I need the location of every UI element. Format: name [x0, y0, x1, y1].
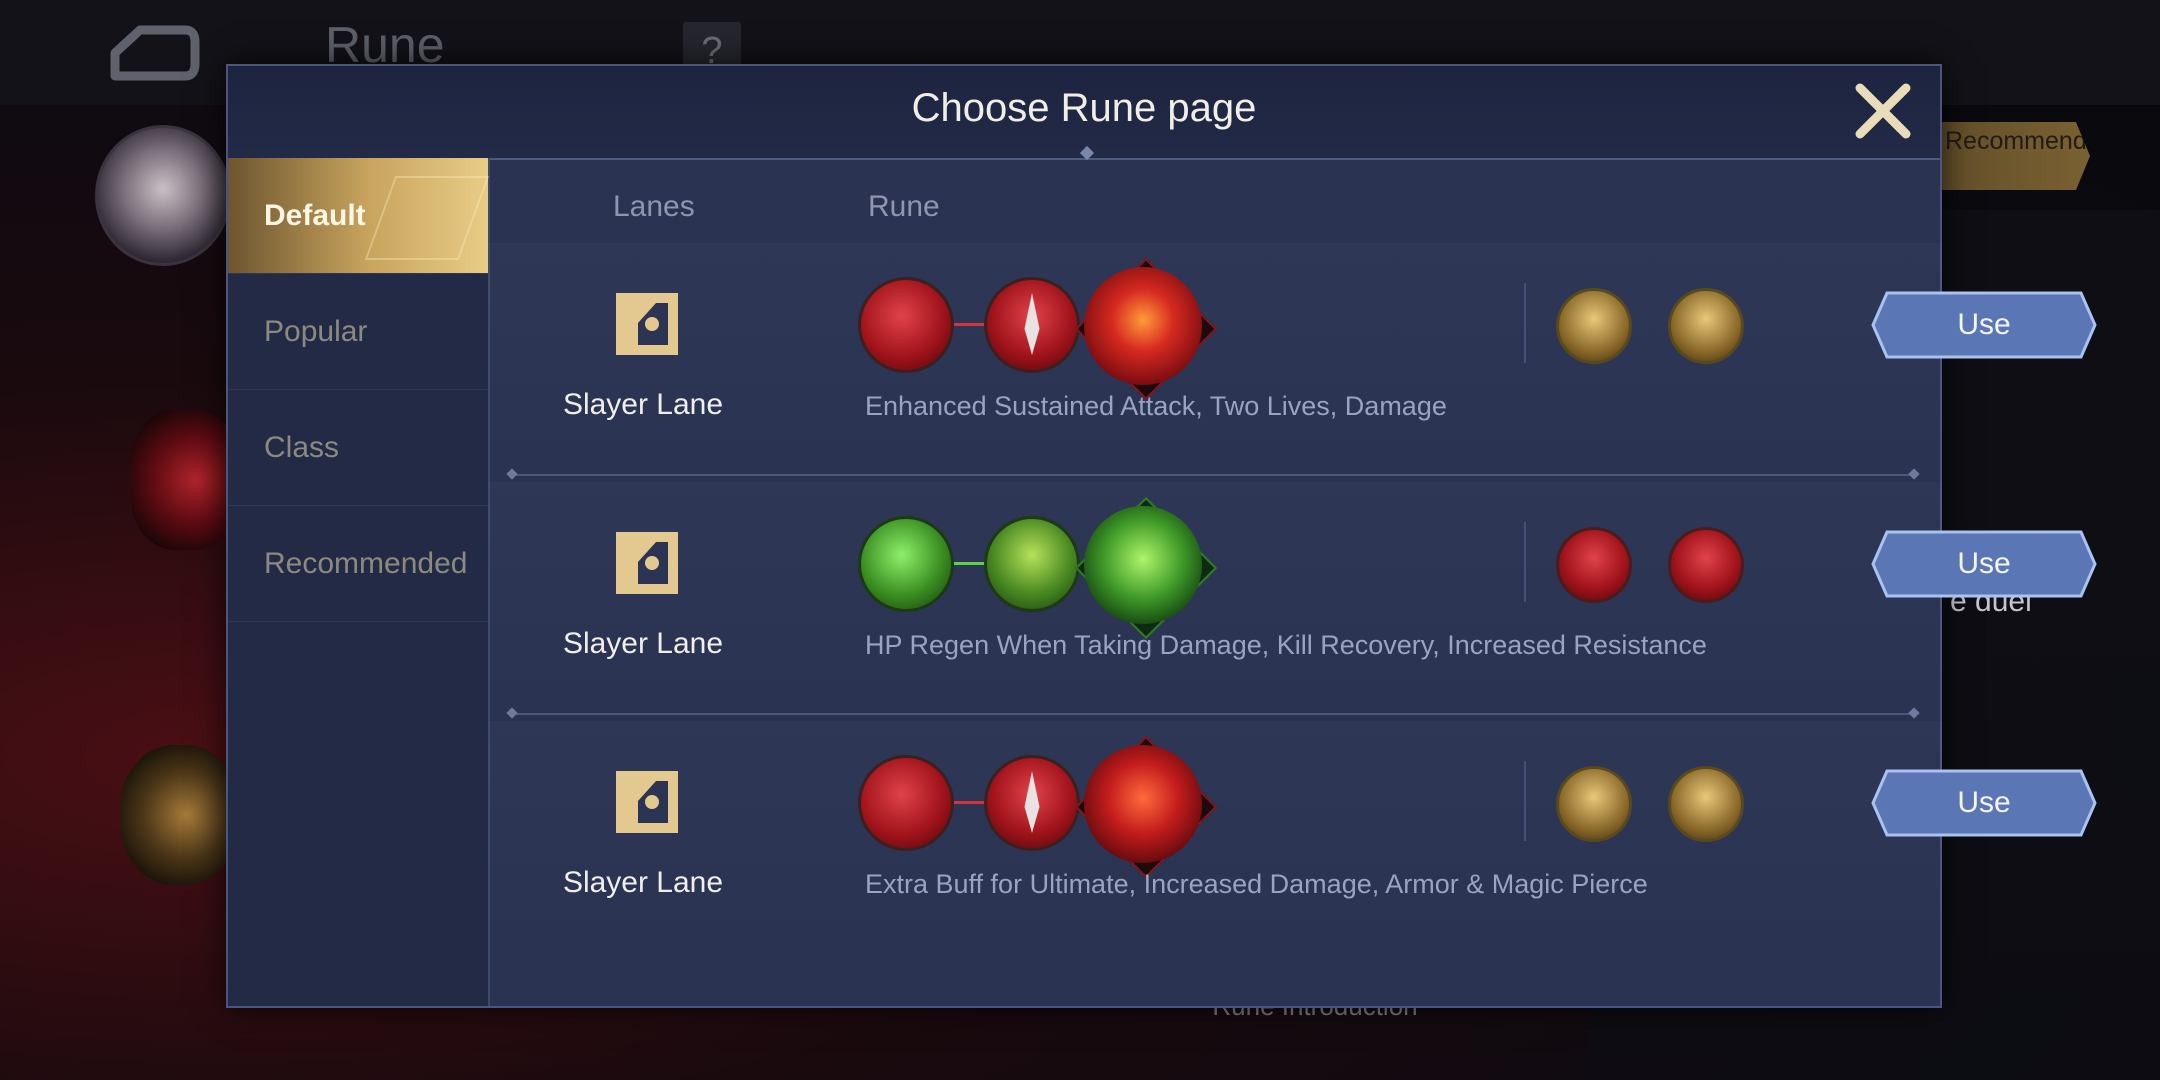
rune-page-list: Lanes Rune Slayer Lane Use Enhanced Sust…: [488, 158, 2097, 1006]
rune-column-header: Rune: [868, 190, 940, 223]
rune-slot-red[interactable]: [130, 410, 240, 550]
close-icon[interactable]: [1852, 80, 1914, 142]
slayer-lane-icon: [616, 293, 678, 355]
rune-page-tabs: Default Popular Class Recommended: [228, 158, 490, 1006]
rune-chain: [858, 496, 1278, 640]
use-button-label: Use: [1957, 547, 2011, 580]
dagger-icon[interactable]: [984, 277, 1080, 373]
demon-face-icon[interactable]: [1084, 745, 1202, 863]
use-button-label: Use: [1957, 786, 2011, 819]
choose-rune-page-dialog: Choose Rune page Default Popular Class R…: [226, 64, 2097, 1008]
use-button-label: Use: [1957, 308, 2011, 341]
rune-description: Extra Buff for Ultimate, Increased Damag…: [865, 869, 1648, 899]
dagger-icon[interactable]: [984, 755, 1080, 851]
lion-icon[interactable]: [1556, 766, 1632, 842]
rune-chain: [858, 257, 1278, 401]
slayer-lane-icon: [616, 771, 678, 833]
blade-icon[interactable]: [1556, 527, 1632, 603]
dialog-header: Choose Rune page: [228, 66, 1940, 161]
use-button[interactable]: Use: [1871, 530, 2097, 598]
log-icon[interactable]: [984, 516, 1080, 612]
lane-name: Slayer Lane: [562, 627, 724, 660]
rune-page-row: Slayer Lane Use Extra Buff for Ultimate,…: [488, 721, 2097, 951]
lanes-column-header: Lanes: [613, 190, 695, 223]
row-divider: [512, 474, 1914, 476]
lane-name: Slayer Lane: [562, 866, 724, 899]
slayer-lane-icon: [616, 532, 678, 594]
blade-icon[interactable]: [858, 755, 954, 851]
tab-recommended[interactable]: Recommended: [228, 506, 488, 622]
use-button[interactable]: Use: [1871, 769, 2097, 837]
green-armor-icon[interactable]: [1084, 506, 1202, 624]
rune-description: HP Regen When Taking Damage, Kill Recove…: [865, 630, 1707, 660]
rune-page-row: Slayer Lane Use Enhanced Sustained Attac…: [488, 243, 2097, 473]
dialog-title: Choose Rune page: [911, 86, 1257, 130]
arrow-icon[interactable]: [1668, 288, 1744, 364]
tab-default[interactable]: Default: [228, 158, 488, 274]
back-icon[interactable]: [95, 18, 205, 88]
rune-description: Enhanced Sustained Attack, Two Lives, Da…: [865, 391, 1447, 421]
rune-divider: [1524, 522, 1526, 602]
arrow-icon[interactable]: [1668, 766, 1744, 842]
foot-splash-icon[interactable]: [858, 516, 954, 612]
use-button[interactable]: Use: [1871, 291, 2097, 359]
rune-slot-gold[interactable]: [120, 745, 240, 885]
tab-class[interactable]: Class: [228, 390, 488, 506]
sprint-attack-icon[interactable]: [858, 277, 954, 373]
lion-icon[interactable]: [1556, 288, 1632, 364]
lane-name: Slayer Lane: [562, 388, 724, 421]
rune-page-row: Slayer Lane Use HP Regen When Taking Dam…: [488, 482, 2097, 712]
hero-avatar[interactable]: [95, 125, 231, 266]
rune-divider: [1524, 283, 1526, 363]
rune-divider: [1524, 761, 1526, 841]
row-divider: [512, 713, 1914, 715]
flaming-sword-icon[interactable]: [1084, 267, 1202, 385]
demon-icon[interactable]: [1668, 527, 1744, 603]
tab-popular[interactable]: Popular: [228, 274, 488, 390]
rune-chain: [858, 735, 1278, 879]
